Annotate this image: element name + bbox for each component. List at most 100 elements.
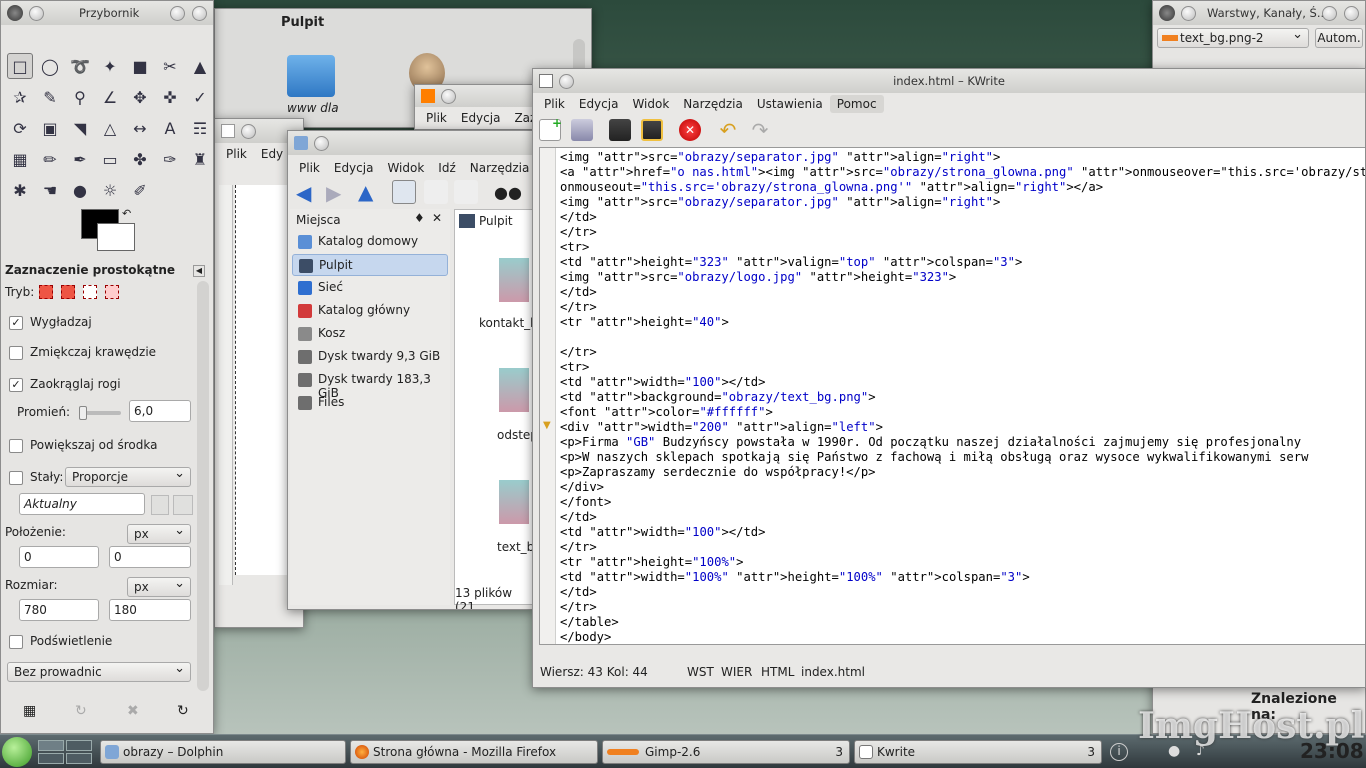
scissors-icon[interactable]: ✂ [157,53,183,79]
menu-edit[interactable]: Edycja [572,95,626,113]
forward-arrow-icon[interactable]: ▶ [326,181,341,205]
bucket-fill-icon[interactable]: ✱ [7,177,33,203]
pager-desktop-1[interactable] [38,740,64,751]
up-arrow-icon[interactable]: ▲ [358,180,373,204]
radius-spinbox[interactable]: 6,0 [129,400,191,422]
fixed-select[interactable]: Proporcje [65,466,191,487]
file-item[interactable] [499,480,529,524]
rounded-checkbox[interactable]: ✓ [9,377,23,392]
mode-add-icon[interactable] [61,285,75,299]
rotate-icon[interactable]: ⟳ [7,115,33,141]
shear-icon[interactable]: ◥ [67,115,93,141]
position-unit-select[interactable]: px [127,523,191,544]
binoculars-icon[interactable]: ●● [494,183,522,202]
color-select-icon[interactable]: ■ [127,53,153,79]
close-button[interactable] [314,135,329,151]
maximize-button[interactable] [1344,5,1359,21]
close-button[interactable] [241,123,256,139]
paths-icon[interactable]: ✰ [7,84,33,110]
zoom-icon[interactable]: ⚲ [67,84,93,110]
line-mode[interactable]: WIER [721,665,752,679]
swap-colors-icon[interactable]: ↶ [122,207,131,220]
align-icon[interactable]: ✜ [157,84,183,110]
place-item[interactable]: Katalog główny [292,300,448,322]
editor-area[interactable]: ▼ <img "attr">src="obrazy/separator.jpg"… [539,147,1365,645]
delete-options-icon[interactable]: ✖ [127,703,139,719]
smudge-icon[interactable]: ☚ [37,177,63,203]
flip-icon[interactable]: ↔ [127,115,153,141]
file-item[interactable] [499,258,529,302]
columns-view-icon[interactable] [454,180,478,204]
close-icon[interactable]: ✕ [432,211,442,225]
save-options-icon[interactable]: ▦ [23,703,36,719]
desktop-icon-label[interactable]: www dla [287,101,339,115]
size-width-input[interactable]: 780 [19,599,99,621]
float-icon[interactable]: ♦ [414,211,425,225]
menu-item[interactable]: Widok [380,159,431,177]
color-picker-icon[interactable]: ✎ [37,84,63,110]
pager-desktop-4[interactable] [66,753,92,764]
menu-item[interactable]: Plik [219,145,254,163]
measure-icon[interactable]: ∠ [97,84,123,110]
undo-icon[interactable]: ↶ [717,119,739,141]
breadcrumb[interactable]: Pulpit [479,214,513,228]
size-unit-select[interactable]: px [127,576,191,597]
firefox-titlebar[interactable] [415,85,543,107]
kwrite-titlebar[interactable]: index.html – KWrite [533,69,1365,93]
aspect-input[interactable]: Aktualny [19,493,145,515]
layers-titlebar[interactable]: Warstwy, Kanały, Ś... [1153,1,1365,25]
reset-options-icon[interactable]: ↻ [177,703,189,719]
task-gimp[interactable]: Gimp-2.6 3 [602,740,850,764]
menu-item[interactable]: Edy [254,145,290,163]
mode-replace-icon[interactable] [39,285,53,299]
menu-file[interactable]: Plik [537,95,572,113]
task-dolphin[interactable]: obrazy – Dolphin [100,740,346,764]
details-view-icon[interactable] [424,180,448,204]
file-item[interactable] [499,368,529,412]
code-text[interactable]: <img "attr">src="obrazy/separator.jpg" "… [560,150,1365,644]
paintbrush-icon[interactable]: ✒ [67,146,93,172]
radius-slider[interactable] [79,406,121,420]
pager-desktop-2[interactable] [66,740,92,751]
mode-intersect-icon[interactable] [105,285,119,299]
ink-icon[interactable]: ✑ [157,146,183,172]
redo-icon[interactable]: ↷ [749,119,771,141]
place-item[interactable]: Katalog domowy [292,231,448,253]
rect-select-icon[interactable]: □ [7,53,33,79]
syntax-mode[interactable]: HTML [761,665,794,679]
close-document-icon[interactable]: ✕ [679,119,701,141]
mode-subtract-icon[interactable] [83,285,97,299]
dodge-icon[interactable]: ☼ [97,177,123,203]
place-item[interactable]: Pulpit [292,254,448,276]
menu-item[interactable]: Edycja [454,109,508,127]
highlight-checkbox[interactable] [9,634,23,649]
menu-item[interactable]: Narzędzia [463,159,532,177]
kde-menu-icon[interactable] [2,737,32,767]
close-button[interactable] [29,5,44,21]
airbrush-icon[interactable]: ✤ [127,146,153,172]
menu-item[interactable]: Edycja [327,159,381,177]
place-item[interactable]: Dysk twardy 9,3 GiB [292,346,448,368]
ellipse-select-icon[interactable]: ◯ [37,53,63,79]
dolphin-titlebar[interactable] [288,131,532,155]
close-button[interactable] [1181,5,1196,21]
fuzzy-select-icon[interactable]: ✦ [97,53,123,79]
restore-options-icon[interactable]: ↻ [75,703,87,719]
feather-checkbox[interactable] [9,345,23,360]
pager-desktop-3[interactable] [38,753,64,764]
folder-icon[interactable] [287,55,335,97]
lasso-icon[interactable]: ➰ [67,53,93,79]
save-as-icon[interactable] [641,119,663,141]
save-icon[interactable] [609,119,631,141]
eraser-icon[interactable]: ▭ [97,146,123,172]
slider-handle[interactable] [79,406,87,420]
pencil-icon[interactable]: ✏ [37,146,63,172]
insert-mode[interactable]: WST [687,665,714,679]
place-item[interactable]: Dysk twardy 183,3 GiB [292,369,448,400]
size-height-input[interactable]: 180 [109,599,191,621]
menu-item[interactable]: Idź [431,159,462,177]
clock[interactable]: 23:08 [1300,739,1364,763]
foreground-select-icon[interactable]: ▲ [187,53,213,79]
scale-icon[interactable]: ▣ [37,115,63,141]
text-icon[interactable]: A [157,115,183,141]
